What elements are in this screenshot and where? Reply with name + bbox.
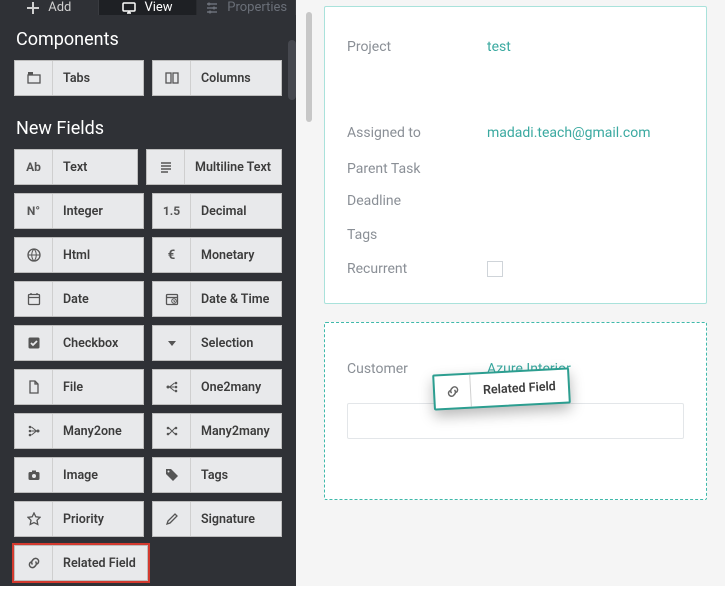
globe-icon <box>15 238 53 272</box>
field-date[interactable]: Date <box>14 281 144 317</box>
text-ab-icon: Ab <box>15 150 53 184</box>
field-signature[interactable]: Signature <box>152 501 282 537</box>
plus-icon <box>26 1 40 15</box>
field-datetime[interactable]: Date & Time <box>152 281 282 317</box>
parent-task-label: Parent Task <box>347 161 487 177</box>
euro-icon: € <box>153 238 191 272</box>
pencil-icon <box>153 502 191 536</box>
one2many-icon <box>153 370 191 404</box>
field-monetary[interactable]: € Monetary <box>152 237 282 273</box>
checkbox-icon <box>15 326 53 360</box>
editor-sidebar: Add View Properties Components Tabs Colu… <box>0 0 296 586</box>
top-tabs: Add View Properties <box>0 0 296 15</box>
tab-view-label: View <box>144 0 172 15</box>
project-value[interactable]: test <box>487 39 511 55</box>
project-label: Project <box>347 39 487 55</box>
tag-icon <box>153 458 191 492</box>
tabs-icon <box>15 61 53 95</box>
field-checkbox[interactable]: Checkbox <box>14 325 144 361</box>
recurrent-checkbox[interactable] <box>487 261 503 277</box>
field-integer[interactable]: N° Integer <box>14 193 144 229</box>
form-card-dropzone[interactable]: Customer Azure Interior Related Field <box>324 322 707 500</box>
component-tabs[interactable]: Tabs <box>14 60 144 96</box>
dropdown-icon <box>153 326 191 360</box>
calendar-clock-icon <box>153 282 191 316</box>
field-one2many[interactable]: One2many <box>152 369 282 405</box>
sliders-icon <box>205 1 219 15</box>
field-html[interactable]: Html <box>14 237 144 273</box>
many2one-icon <box>15 414 53 448</box>
field-text[interactable]: Ab Text <box>14 149 138 185</box>
drop-placeholder[interactable] <box>347 403 684 439</box>
field-file[interactable]: File <box>14 369 144 405</box>
component-columns[interactable]: Columns <box>152 60 282 96</box>
many2many-icon <box>153 414 191 448</box>
component-columns-label: Columns <box>191 71 261 86</box>
star-icon <box>15 502 53 536</box>
field-tags[interactable]: Tags <box>152 457 282 493</box>
tab-properties-label: Properties <box>227 0 287 15</box>
columns-icon <box>153 61 191 95</box>
monitor-icon <box>122 1 136 15</box>
field-multiline[interactable]: Multiline Text <box>146 149 282 185</box>
components-heading: Components <box>0 15 296 60</box>
lines-icon <box>147 150 185 184</box>
file-icon <box>15 370 53 404</box>
form-card-main[interactable]: Project test Assigned to madadi.teach@gm… <box>324 6 707 304</box>
field-related[interactable]: Related Field <box>14 545 148 581</box>
field-image[interactable]: Image <box>14 457 144 493</box>
calendar-icon <box>15 282 53 316</box>
tab-view[interactable]: View <box>99 0 198 15</box>
field-decimal[interactable]: 1.5 Decimal <box>152 193 282 229</box>
field-selection[interactable]: Selection <box>152 325 282 361</box>
field-many2one[interactable]: Many2one <box>14 413 144 449</box>
link-icon <box>434 375 472 409</box>
n-degree-icon: N° <box>15 194 53 228</box>
recurrent-label: Recurrent <box>347 261 487 277</box>
tab-add[interactable]: Add <box>0 0 99 15</box>
field-many2many[interactable]: Many2many <box>152 413 282 449</box>
one-five-icon: 1.5 <box>153 194 191 228</box>
field-priority[interactable]: Priority <box>14 501 144 537</box>
assigned-label: Assigned to <box>347 125 487 141</box>
camera-icon <box>15 458 53 492</box>
deadline-label: Deadline <box>347 193 487 209</box>
form-canvas: Project test Assigned to madadi.teach@gm… <box>296 0 725 586</box>
link-icon <box>15 546 53 580</box>
tab-properties[interactable]: Properties <box>197 0 296 15</box>
tags-label: Tags <box>347 227 487 243</box>
dragging-related-field-chip[interactable]: Related Field <box>432 367 571 410</box>
tab-add-label: Add <box>48 0 71 15</box>
component-tabs-label: Tabs <box>53 71 100 86</box>
new-fields-heading: New Fields <box>0 104 296 149</box>
assigned-value[interactable]: madadi.teach@gmail.com <box>487 125 650 141</box>
